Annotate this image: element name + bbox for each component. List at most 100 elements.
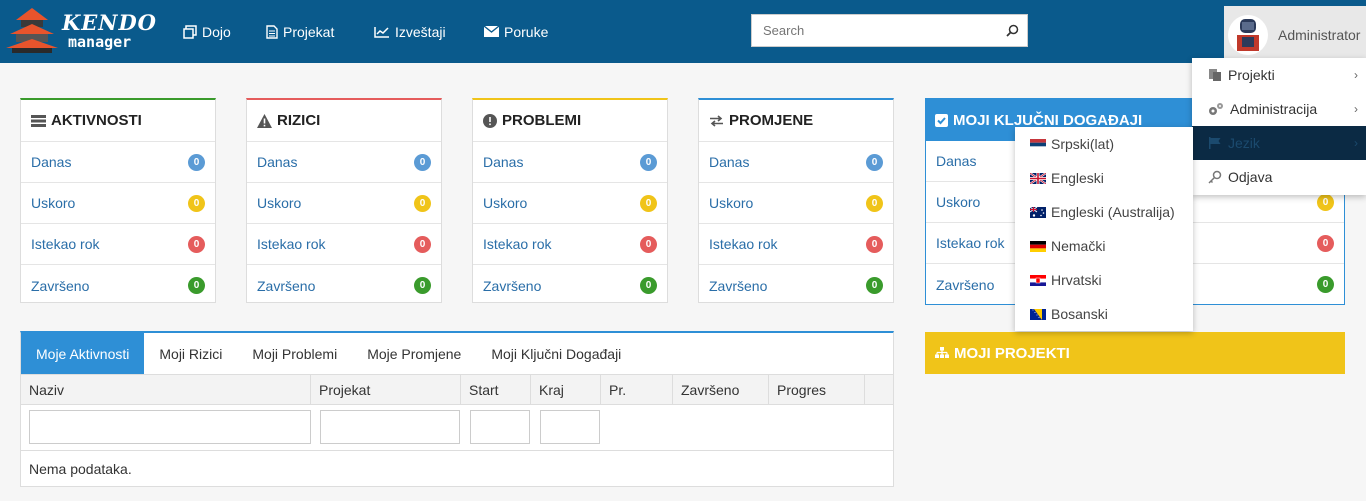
card-title: MOJI KLJUČNI DOGAĐAJI — [953, 111, 1143, 129]
window-icon — [183, 24, 197, 39]
sitemap-icon — [935, 347, 949, 358]
tab-moji-rizici[interactable]: Moji Rizici — [144, 333, 237, 374]
card-row-uskoro[interactable]: Uskoro 0 — [473, 183, 667, 224]
card-problemi: PROBLEMI Danas 0 Uskoro 0 Istekao rok 0 Zav… — [472, 98, 668, 303]
column-header-pr[interactable]: Pr. — [601, 375, 673, 404]
tab-bar: Moje Aktivnosti Moji Rizici Moji Problem… — [21, 333, 893, 374]
language-item-hrvatski[interactable]: Hrvatski — [1015, 263, 1193, 297]
count-badge: 0 — [1317, 234, 1334, 252]
column-header-projekat[interactable]: Projekat — [311, 375, 461, 404]
nav-projekat-label: Projekat — [283, 23, 335, 40]
language-label: Engleski — [1051, 170, 1104, 186]
row-label: Uskoro — [31, 195, 76, 211]
count-badge: 0 — [188, 277, 205, 294]
menu-item-jezik[interactable]: Jezik › — [1192, 126, 1366, 160]
nav-izvestaji-label: Izveštaji — [395, 23, 446, 40]
search-input[interactable] — [752, 15, 997, 46]
row-label: Završeno — [257, 277, 316, 294]
row-label: Danas — [31, 154, 72, 170]
column-header-start[interactable]: Start — [461, 375, 531, 404]
nav-poruke[interactable]: Poruke — [484, 0, 548, 63]
card-row-istekao-rok[interactable]: Istekao rok 0 — [247, 224, 441, 265]
nav-dojo[interactable]: Dojo — [183, 0, 231, 63]
info-circle-icon — [483, 113, 497, 128]
language-item-nemacki[interactable]: Nemački — [1015, 229, 1193, 263]
language-item-srpski[interactable]: Srpski(lat) — [1015, 127, 1193, 161]
menu-item-projekti[interactable]: Projekti › — [1192, 58, 1366, 92]
search-icon[interactable] — [997, 24, 1027, 37]
nav-projekat[interactable]: Projekat — [266, 0, 334, 63]
document-icon — [266, 24, 278, 39]
language-label: Engleski (Australija) — [1051, 204, 1175, 220]
filter-naziv-input[interactable] — [29, 410, 311, 444]
nav-izvestaji[interactable]: Izveštaji — [374, 0, 446, 63]
count-badge: 0 — [640, 277, 657, 294]
column-header-zavrseno[interactable]: Završeno — [673, 375, 769, 404]
copy-icon — [1209, 69, 1221, 81]
my-projects-panel[interactable]: MOJI PROJEKTI — [925, 332, 1345, 374]
tab-moji-kljucni-dogadjaji[interactable]: Moji Ključni Događaji — [476, 333, 636, 374]
card-row-zavrseno[interactable]: Završeno 0 — [473, 265, 667, 306]
card-row-istekao-rok[interactable]: Istekao rok 0 — [699, 224, 893, 265]
ba-flag-icon — [1030, 308, 1046, 320]
card-row-danas[interactable]: Danas 0 — [473, 142, 667, 183]
column-header-progres[interactable]: Progres — [769, 375, 865, 404]
tab-moji-problemi[interactable]: Moji Problemi — [237, 333, 352, 374]
card-row-istekao-rok[interactable]: Istekao rok 0 — [21, 224, 215, 265]
language-item-bosanski[interactable]: Bosanski — [1015, 297, 1193, 331]
card-row-uskoro[interactable]: Uskoro 0 — [699, 183, 893, 224]
count-badge: 0 — [640, 235, 657, 253]
card-row-danas[interactable]: Danas 0 — [247, 142, 441, 183]
flag-icon — [1209, 137, 1221, 149]
filter-projekat-input[interactable] — [320, 410, 460, 444]
language-item-engleski[interactable]: Engleski — [1015, 161, 1193, 195]
swap-icon — [710, 114, 723, 127]
card-row-danas[interactable]: Danas 0 — [699, 142, 893, 183]
kendo-manager-logo[interactable]: KENDO manager — [4, 6, 156, 56]
chart-icon — [374, 26, 389, 38]
language-item-engleski-australija[interactable]: Engleski (Australija) — [1015, 195, 1193, 229]
card-row-istekao-rok[interactable]: Istekao rok 0 — [473, 224, 667, 265]
nav-poruke-label: Poruke — [504, 23, 549, 40]
card-title: PROBLEMI — [502, 112, 582, 129]
tab-moje-promjene[interactable]: Moje Promjene — [352, 333, 476, 374]
count-badge: 0 — [414, 194, 431, 212]
grid-filter-row — [21, 405, 893, 451]
count-badge: 0 — [866, 277, 883, 294]
card-header: AKTIVNOSTI — [21, 100, 215, 142]
user-menu-toggle[interactable]: Administrator — [1224, 6, 1366, 63]
column-header-kraj[interactable]: Kraj — [531, 375, 601, 404]
menu-item-label: Projekti — [1228, 67, 1275, 83]
count-badge: 0 — [414, 277, 431, 294]
card-row-uskoro[interactable]: Uskoro 0 — [21, 183, 215, 224]
row-label: Uskoro — [936, 194, 981, 210]
count-badge: 0 — [1317, 193, 1334, 211]
nav-dojo-label: Dojo — [202, 23, 231, 40]
card-header: RIZICI — [247, 100, 441, 142]
card-row-uskoro[interactable]: Uskoro 0 — [247, 183, 441, 224]
cogs-icon — [1209, 103, 1223, 115]
tab-moje-aktivnosti[interactable]: Moje Aktivnosti — [21, 333, 145, 374]
checkbox-icon — [935, 113, 948, 127]
rs-flag-icon — [1030, 138, 1046, 150]
menu-item-label: Odjava — [1228, 169, 1273, 185]
de-flag-icon — [1030, 240, 1046, 252]
logo-subtitle: manager — [68, 33, 132, 51]
card-row-zavrseno[interactable]: Završeno 0 — [699, 265, 893, 306]
hr-flag-icon — [1030, 274, 1046, 286]
filter-start-input[interactable] — [470, 410, 530, 444]
menu-item-administracija[interactable]: Administracija › — [1192, 92, 1366, 126]
row-label: Danas — [483, 154, 524, 170]
card-aktivnosti: AKTIVNOSTI Danas 0 Uskoro 0 Istekao rok 0 Z… — [20, 98, 216, 303]
count-badge: 0 — [640, 153, 657, 171]
envelope-icon — [484, 26, 499, 37]
menu-item-odjava[interactable]: Odjava — [1192, 160, 1366, 194]
warning-icon — [257, 113, 272, 128]
count-badge: 0 — [640, 194, 657, 212]
filter-kraj-input[interactable] — [540, 410, 600, 444]
card-row-zavrseno[interactable]: Završeno 0 — [21, 265, 215, 306]
column-header-naziv[interactable]: Naziv — [21, 375, 311, 404]
menu-item-label: Administracija — [1230, 101, 1318, 117]
card-row-zavrseno[interactable]: Završeno 0 — [247, 265, 441, 306]
card-row-danas[interactable]: Danas 0 — [21, 142, 215, 183]
